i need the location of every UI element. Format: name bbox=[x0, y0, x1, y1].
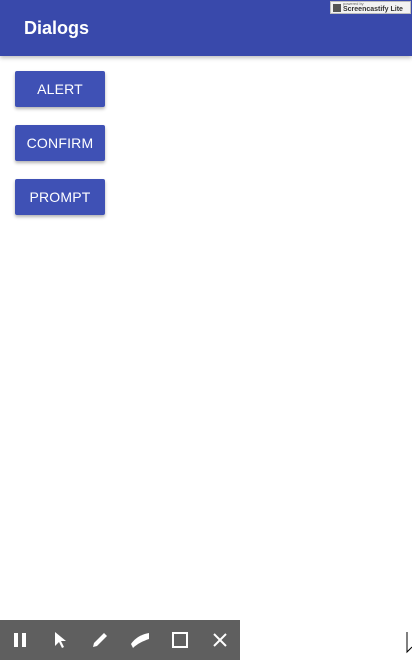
eraser-tool-button[interactable] bbox=[120, 620, 160, 660]
prompt-button[interactable]: PROMPT bbox=[15, 179, 105, 215]
rectangle-icon bbox=[172, 632, 188, 648]
rectangle-tool-button[interactable] bbox=[160, 620, 200, 660]
pause-icon bbox=[14, 633, 26, 647]
alert-button[interactable]: ALERT bbox=[15, 71, 105, 107]
close-icon bbox=[213, 633, 227, 647]
eraser-icon bbox=[131, 633, 149, 648]
mouse-cursor-icon bbox=[406, 632, 412, 654]
pause-button[interactable] bbox=[0, 620, 40, 660]
pen-icon bbox=[93, 633, 107, 647]
recorder-toolbar bbox=[0, 620, 240, 660]
pointer-icon bbox=[55, 632, 66, 648]
confirm-button[interactable]: CONFIRM bbox=[15, 125, 105, 161]
pointer-tool-button[interactable] bbox=[40, 620, 80, 660]
screencastify-logo-icon bbox=[333, 3, 341, 12]
screencastify-watermark: powered by Screencastify Lite bbox=[330, 1, 411, 14]
app-bar: Dialogs powered by Screencastify Lite bbox=[0, 0, 412, 56]
pen-tool-button[interactable] bbox=[80, 620, 120, 660]
watermark-brand: Screencastify Lite bbox=[343, 6, 403, 13]
close-toolbar-button[interactable] bbox=[200, 620, 240, 660]
page-title: Dialogs bbox=[24, 18, 90, 38]
